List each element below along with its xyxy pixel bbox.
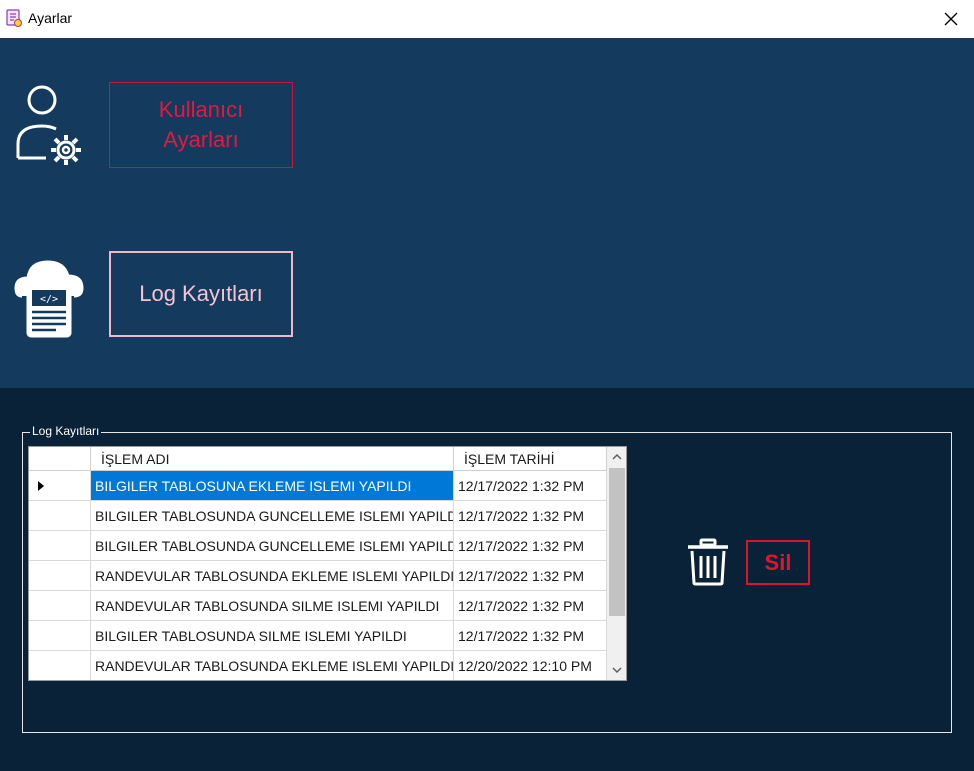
- row-header-cell[interactable]: [29, 501, 91, 531]
- operation-name-cell[interactable]: RANDEVULAR TABLOSUNDA SILME ISLEMI YAPIL…: [91, 591, 454, 621]
- operation-name-cell[interactable]: RANDEVULAR TABLOSUNDA EKLEME ISLEMI YAPI…: [91, 651, 454, 680]
- operation-date-cell[interactable]: 12/20/2022 12:10 PM: [454, 651, 607, 680]
- log-data-grid[interactable]: İŞLEM ADI İŞLEM TARİHİ BILGILER TABLOSUN…: [28, 446, 627, 681]
- chevron-up-icon: [612, 454, 622, 460]
- row-header-cell[interactable]: [29, 621, 91, 651]
- grid-header-row: İŞLEM ADI İŞLEM TARİHİ: [29, 447, 607, 471]
- table-row[interactable]: BILGILER TABLOSUNDA GUNCELLEME ISLEMI YA…: [29, 531, 607, 561]
- vertical-scrollbar[interactable]: [607, 447, 626, 680]
- close-icon: [944, 12, 958, 26]
- settings-app-icon: [4, 8, 24, 28]
- row-header-cell[interactable]: [29, 651, 91, 680]
- title-bar: Ayarlar: [0, 0, 974, 38]
- current-row-indicator-icon: [38, 480, 44, 491]
- operation-name-cell[interactable]: BILGILER TABLOSUNA EKLEME ISLEMI YAPILDI: [91, 471, 454, 501]
- operation-date-cell[interactable]: 12/17/2022 1:32 PM: [454, 531, 607, 561]
- cloud-code-document-icon: </>: [12, 250, 90, 340]
- svg-text:</>: </>: [40, 294, 58, 305]
- chevron-down-icon: [612, 667, 622, 673]
- operation-date-cell[interactable]: 12/17/2022 1:32 PM: [454, 501, 607, 531]
- log-records-button[interactable]: Log Kayıtları: [109, 251, 293, 337]
- window-title: Ayarlar: [28, 10, 73, 26]
- top-panel: Kullanıcı Ayarları </> Log Kayıtları: [0, 38, 974, 388]
- close-button[interactable]: [928, 0, 974, 38]
- table-row[interactable]: RANDEVULAR TABLOSUNDA SILME ISLEMI YAPIL…: [29, 591, 607, 621]
- row-header-cell[interactable]: [29, 591, 91, 621]
- table-row[interactable]: RANDEVULAR TABLOSUNDA EKLEME ISLEMI YAPI…: [29, 651, 607, 680]
- log-groupbox-title: Log Kayıtları: [30, 424, 102, 438]
- row-header-cell[interactable]: [29, 531, 91, 561]
- operation-name-cell[interactable]: BILGILER TABLOSUNDA GUNCELLEME ISLEMI YA…: [91, 531, 454, 561]
- operation-name-cell[interactable]: BILGILER TABLOSUNDA SILME ISLEMI YAPILDI: [91, 621, 454, 651]
- scroll-thumb[interactable]: [609, 468, 625, 616]
- row-header-cell[interactable]: [29, 471, 91, 501]
- operation-date-cell[interactable]: 12/17/2022 1:32 PM: [454, 621, 607, 651]
- column-header-operation-name[interactable]: İŞLEM ADI: [91, 447, 454, 471]
- operation-date-cell[interactable]: 12/17/2022 1:32 PM: [454, 471, 607, 501]
- table-row[interactable]: RANDEVULAR TABLOSUNDA EKLEME ISLEMI YAPI…: [29, 561, 607, 591]
- row-header-cell[interactable]: [29, 561, 91, 591]
- table-row[interactable]: BILGILER TABLOSUNDA GUNCELLEME ISLEMI YA…: [29, 501, 607, 531]
- column-header-operation-date[interactable]: İŞLEM TARİHİ: [454, 447, 607, 471]
- operation-name-cell[interactable]: BILGILER TABLOSUNDA GUNCELLEME ISLEMI YA…: [91, 501, 454, 531]
- user-settings-button[interactable]: Kullanıcı Ayarları: [109, 82, 293, 168]
- operation-date-cell[interactable]: 12/17/2022 1:32 PM: [454, 561, 607, 591]
- operation-date-cell[interactable]: 12/17/2022 1:32 PM: [454, 591, 607, 621]
- operation-name-cell[interactable]: RANDEVULAR TABLOSUNDA EKLEME ISLEMI YAPI…: [91, 561, 454, 591]
- trash-icon: [686, 538, 730, 586]
- table-row[interactable]: BILGILER TABLOSUNA EKLEME ISLEMI YAPILDI…: [29, 471, 607, 501]
- table-row[interactable]: BILGILER TABLOSUNDA SILME ISLEMI YAPILDI…: [29, 621, 607, 651]
- user-settings-label: Kullanıcı Ayarları: [158, 97, 244, 152]
- row-header-corner: [29, 447, 91, 471]
- delete-button[interactable]: Sil: [746, 540, 810, 585]
- user-gear-icon: [12, 82, 90, 172]
- scroll-up-button[interactable]: [607, 447, 626, 467]
- scroll-down-button[interactable]: [607, 660, 626, 680]
